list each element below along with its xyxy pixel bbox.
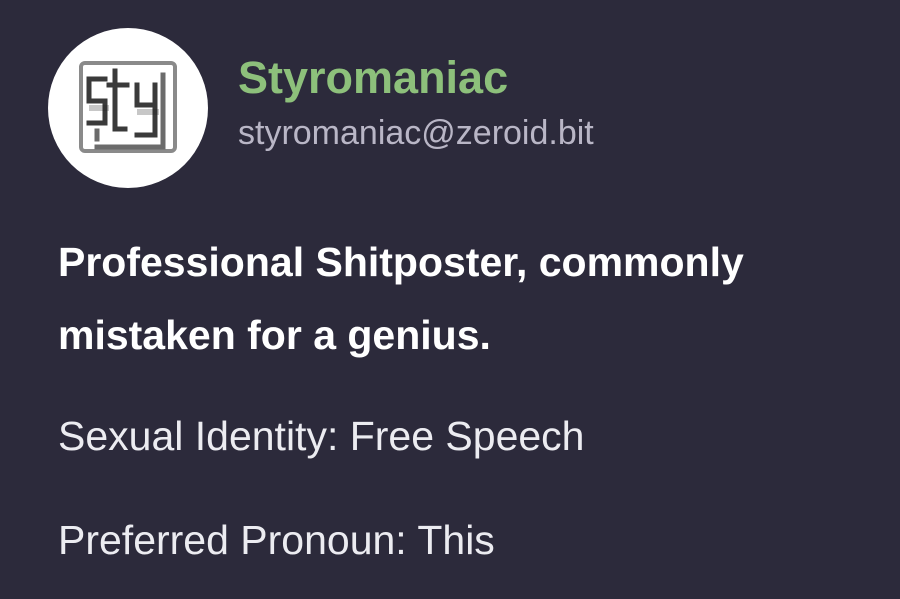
bio-line-preferred-pronoun: Preferred Pronoun: This — [58, 517, 495, 563]
bio-line-sexual-identity: Sexual Identity: Free Speech — [58, 413, 585, 459]
bio-headline: Professional Shitposter, commonly mistak… — [58, 239, 744, 358]
display-name[interactable]: Styromaniac — [238, 50, 508, 106]
avatar[interactable] — [48, 28, 208, 188]
account-handle: styromaniac@zeroid.bit — [238, 114, 594, 152]
profile-card: Styromaniac styromaniac@zeroid.bit Profe… — [0, 0, 900, 599]
sty-logo-icon — [75, 55, 181, 161]
